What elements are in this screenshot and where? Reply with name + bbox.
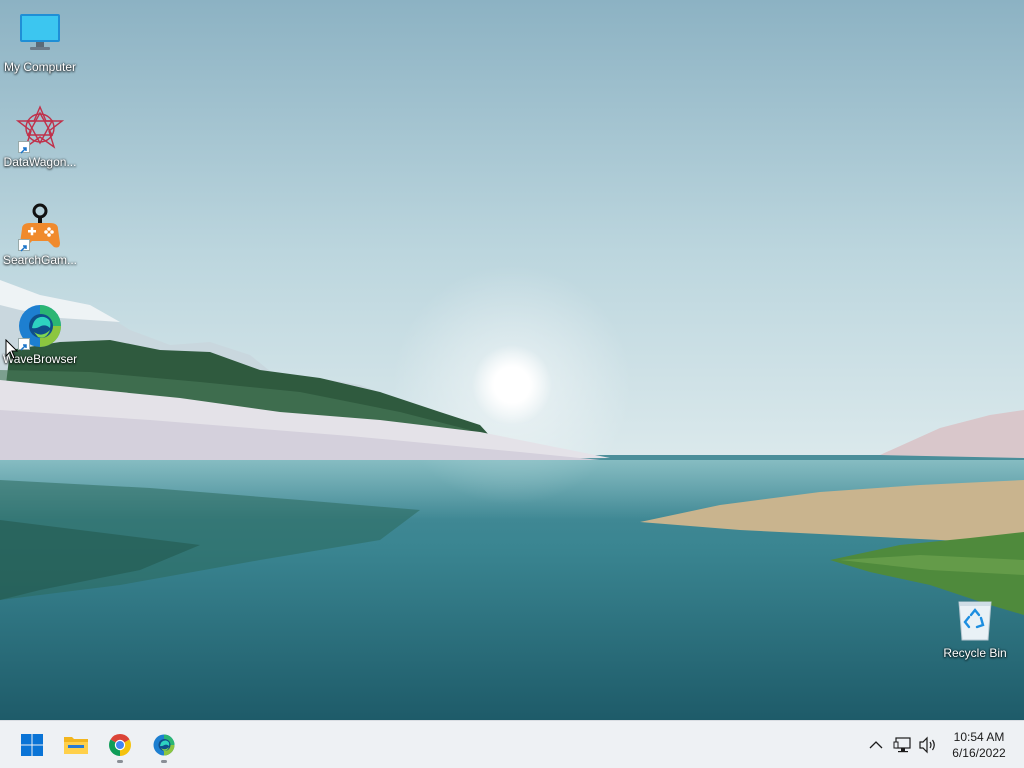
windows-start-icon bbox=[21, 734, 43, 756]
shortcut-arrow-icon bbox=[18, 338, 30, 351]
desktop-icon-label: DataWagon... bbox=[3, 155, 77, 169]
gamepad-icon bbox=[16, 203, 64, 252]
volume-icon bbox=[919, 736, 935, 754]
volume-button[interactable] bbox=[916, 733, 940, 757]
chrome-icon bbox=[109, 734, 131, 756]
wavebrowser-icon bbox=[16, 302, 64, 351]
datawagon-icon bbox=[15, 105, 65, 154]
wallpaper bbox=[0, 0, 1024, 720]
clock-button[interactable]: 10:54 AM 6/16/2022 bbox=[944, 729, 1014, 761]
running-indicator bbox=[117, 760, 123, 763]
chrome-button[interactable] bbox=[101, 726, 139, 764]
mouse-cursor-icon bbox=[5, 339, 19, 360]
recycle-bin-icon bbox=[951, 596, 999, 644]
start-button[interactable] bbox=[13, 726, 51, 764]
wavebrowser-icon bbox=[153, 734, 175, 756]
clock-date: 6/16/2022 bbox=[952, 746, 1006, 760]
taskbar: 10:54 AM 6/16/2022 bbox=[0, 720, 1024, 768]
shortcut-arrow-icon bbox=[18, 141, 30, 154]
show-hidden-icons-button[interactable] bbox=[864, 733, 888, 757]
desktop-icon-searchgames[interactable]: SearchGam... bbox=[0, 203, 80, 267]
desktop[interactable]: My Computer DataWagon... SearchGam... Wa… bbox=[0, 0, 1024, 720]
desktop-icon-my-computer[interactable]: My Computer bbox=[0, 10, 80, 74]
file-explorer-button[interactable] bbox=[57, 726, 95, 764]
network-button[interactable] bbox=[891, 733, 915, 757]
running-indicator bbox=[161, 760, 167, 763]
wavebrowser-taskbar-button[interactable] bbox=[145, 726, 183, 764]
monitor-icon bbox=[16, 10, 64, 58]
desktop-icon-label: SearchGam... bbox=[2, 253, 78, 267]
network-icon bbox=[893, 737, 911, 753]
desktop-icon-label: Recycle Bin bbox=[943, 646, 1007, 660]
folder-icon bbox=[64, 737, 88, 754]
shortcut-arrow-icon bbox=[18, 239, 30, 252]
desktop-icon-datawagon[interactable]: DataWagon... bbox=[0, 105, 80, 169]
desktop-icon-label: My Computer bbox=[3, 60, 77, 74]
clock-time: 10:54 AM bbox=[953, 730, 1005, 744]
desktop-icon-recycle-bin[interactable]: Recycle Bin bbox=[935, 596, 1015, 660]
chevron-up-icon bbox=[869, 741, 883, 749]
